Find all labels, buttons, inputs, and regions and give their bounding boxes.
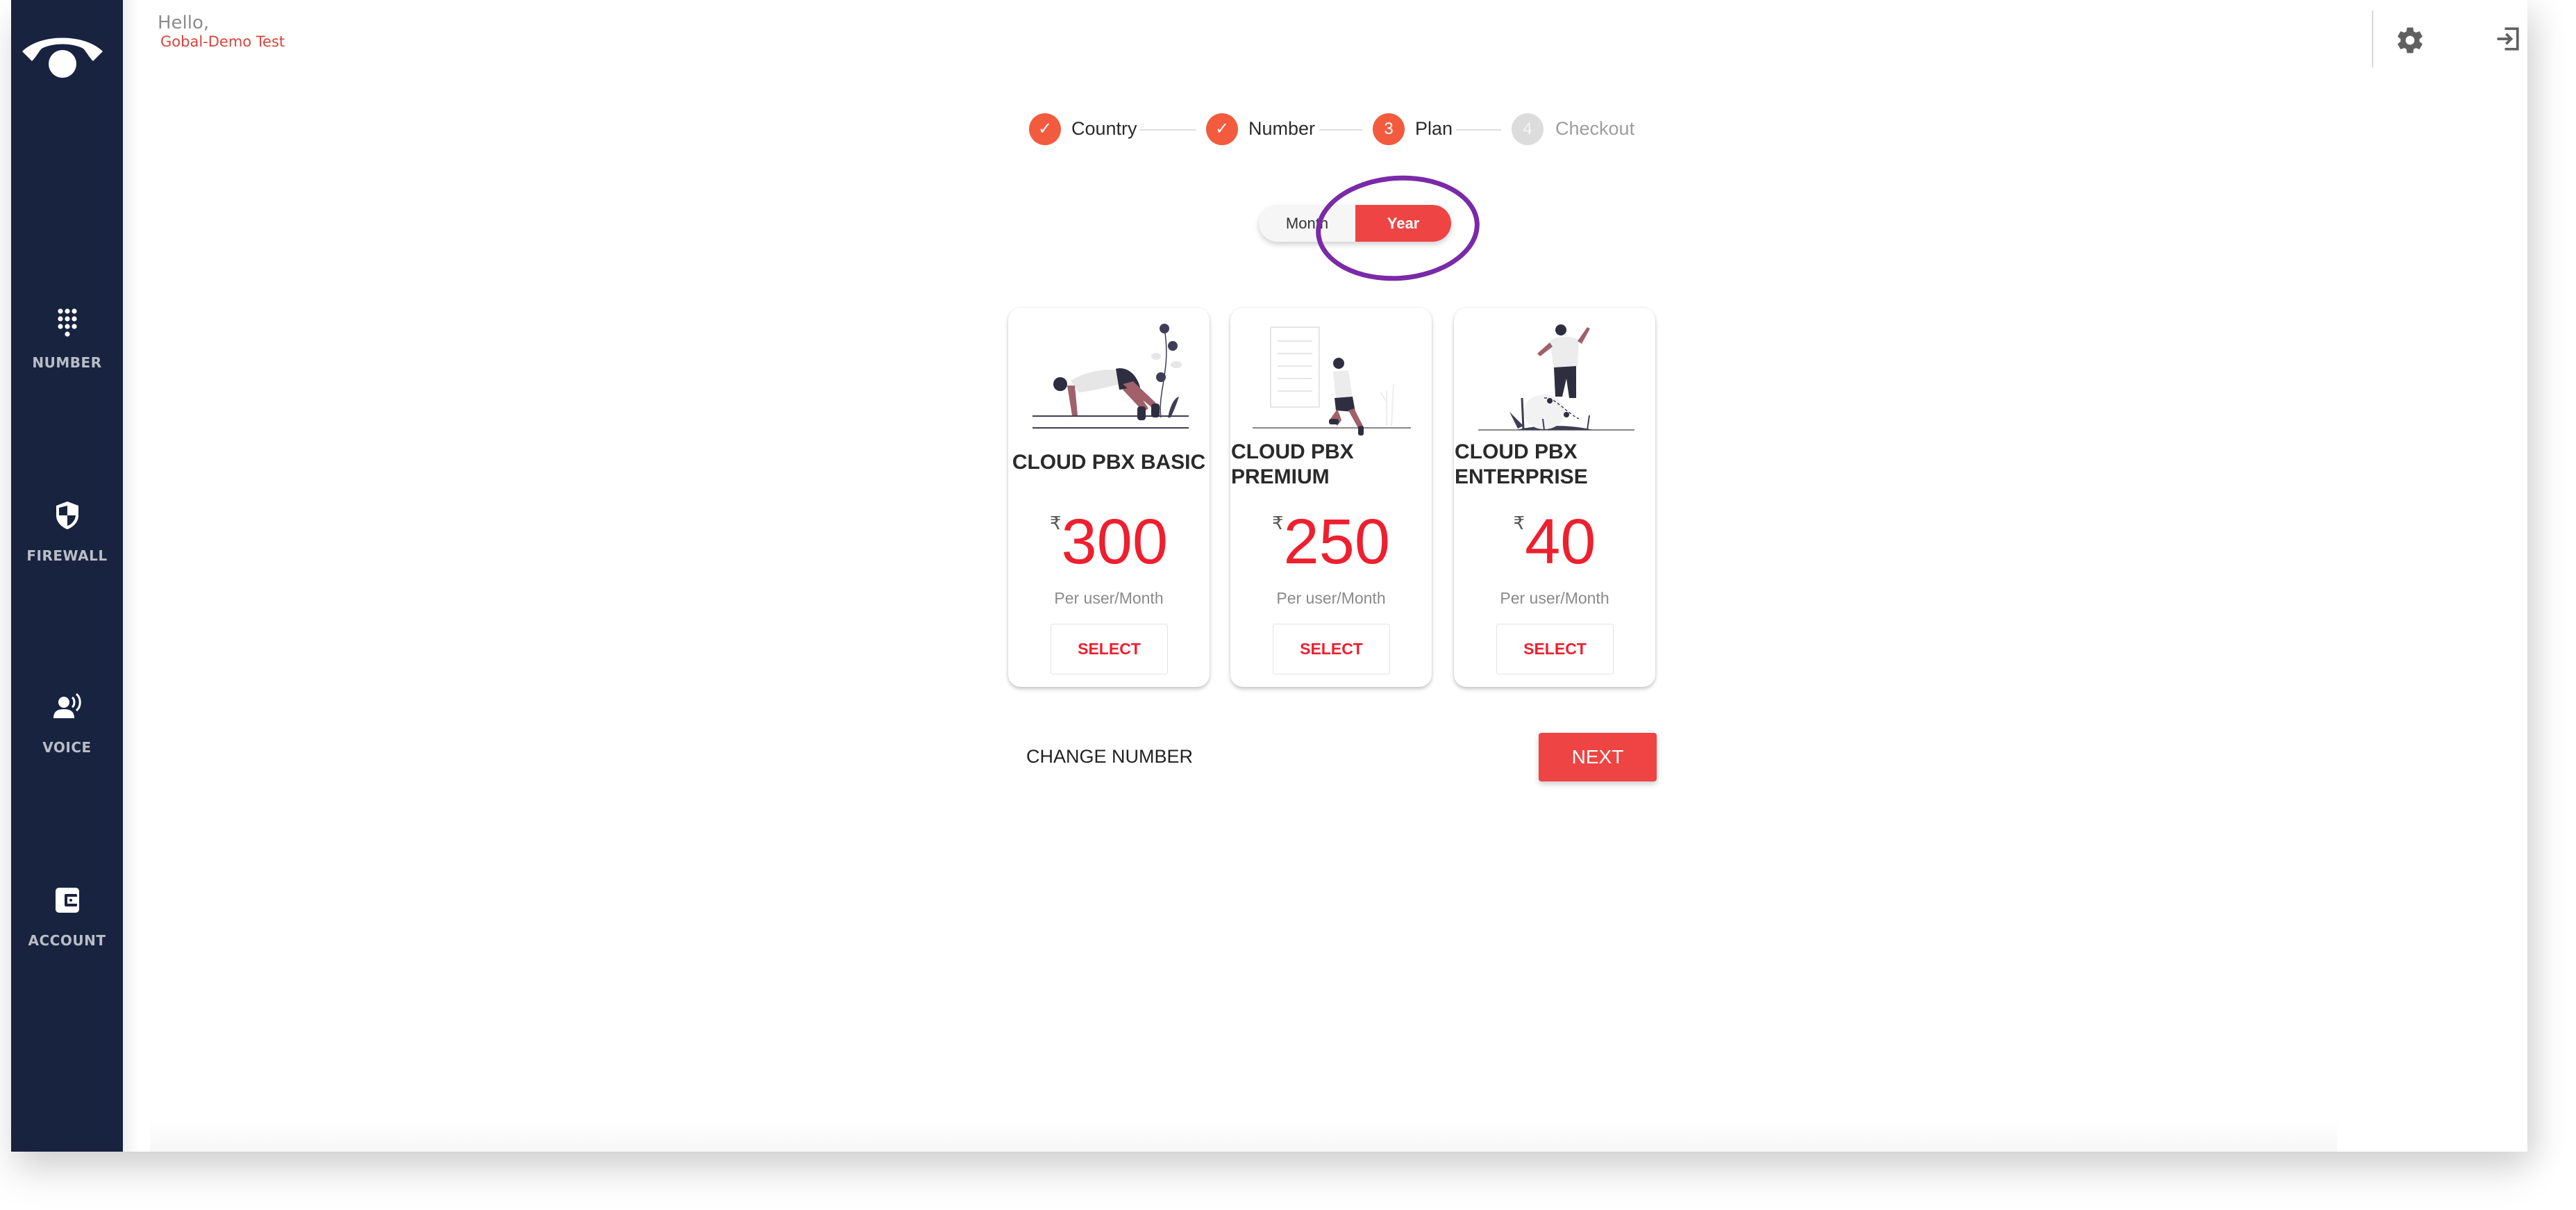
dialpad-icon (57, 308, 77, 337)
billing-period-toggle: Month Year (1259, 205, 1451, 242)
step-3-number: 3 (1373, 113, 1405, 145)
step-1-label: Country (1071, 118, 1137, 139)
wallet-icon (55, 888, 79, 913)
currency-symbol: ₹ (1513, 513, 1525, 533)
select-premium-button[interactable]: SELECT (1273, 624, 1390, 674)
step-3-label: Plan (1415, 118, 1453, 139)
sidebar-item-number[interactable]: NUMBER (11, 306, 123, 371)
step-connector (1319, 129, 1362, 131)
sidebar-item-account[interactable]: ACCOUNT (11, 884, 123, 949)
greeting-text: Hello, (158, 13, 210, 33)
plan-title: CLOUD PBX PREMIUM (1231, 440, 1354, 488)
plan-title: CLOUD PBX BASIC (1012, 451, 1206, 474)
price-amount: 250 (1283, 506, 1391, 577)
sidebar-item-firewall[interactable]: FIREWALL (11, 499, 123, 564)
logout-icon[interactable] (2493, 24, 2524, 54)
plan-card-enterprise: CLOUD PBX ENTERPRISE ₹40 Per user/Month … (1454, 308, 1655, 687)
plan-title: CLOUD PBX ENTERPRISE (1455, 440, 1588, 488)
user-name: Gobal-Demo Test (160, 33, 285, 50)
toggle-year[interactable]: Year (1355, 205, 1451, 242)
sidebar: NUMBER FIREWALL VOICE ACCOUNT (11, 0, 123, 1152)
sidebar-item-label: ACCOUNT (28, 932, 106, 949)
sidebar-item-label: FIREWALL (26, 547, 108, 564)
plan-enterprise-illustration (1478, 324, 1634, 431)
app-window: NUMBER FIREWALL VOICE ACCOUNT Hello, Gob… (11, 0, 2527, 1152)
sidebar-item-label: VOICE (42, 739, 92, 756)
step-connector (1456, 129, 1501, 131)
header-divider (2372, 10, 2373, 67)
plan-card-basic: CLOUD PBX BASIC ₹300 Per user/Month SELE… (1008, 308, 1210, 687)
select-enterprise-button[interactable]: SELECT (1496, 624, 1614, 674)
plan-card-premium: CLOUD PBX PREMIUM ₹250 Per user/Month SE… (1230, 308, 1432, 687)
toggle-month[interactable]: Month (1259, 205, 1355, 242)
content-bottom-shade (150, 1118, 2337, 1152)
settings-icon[interactable] (2395, 25, 2425, 56)
price-period: Per user/Month (1500, 589, 1609, 607)
step-4-number: 4 (1512, 113, 1544, 145)
voice-user-icon (53, 693, 81, 718)
phone-handset-logo[interactable] (19, 31, 106, 81)
select-basic-button[interactable]: SELECT (1051, 624, 1168, 674)
step-connector (1139, 129, 1196, 131)
sidebar-shadow (123, 0, 138, 1152)
price-period: Per user/Month (1054, 589, 1164, 607)
step-4-label: Checkout (1555, 118, 1635, 139)
shield-icon (56, 502, 78, 529)
step-2-label: Number (1248, 118, 1316, 139)
currency-symbol: ₹ (1049, 513, 1062, 533)
price-amount: 40 (1525, 506, 1596, 577)
plan-basic-illustration (1032, 324, 1189, 429)
plan-price: ₹300 (1008, 507, 1210, 577)
plan-price: ₹250 (1230, 507, 1432, 577)
next-button[interactable]: NEXT (1539, 733, 1657, 781)
price-period: Per user/Month (1276, 589, 1386, 607)
change-number-button[interactable]: CHANGE NUMBER (1026, 746, 1193, 768)
step-1-check-icon: ✓ (1029, 113, 1061, 145)
plan-price: ₹40 (1454, 507, 1655, 577)
price-amount: 300 (1061, 506, 1169, 577)
sidebar-item-voice[interactable]: VOICE (11, 690, 123, 756)
sidebar-item-label: NUMBER (32, 354, 102, 371)
currency-symbol: ₹ (1271, 513, 1284, 533)
plan-premium-illustration (1253, 326, 1411, 436)
step-2-check-icon: ✓ (1206, 113, 1238, 145)
